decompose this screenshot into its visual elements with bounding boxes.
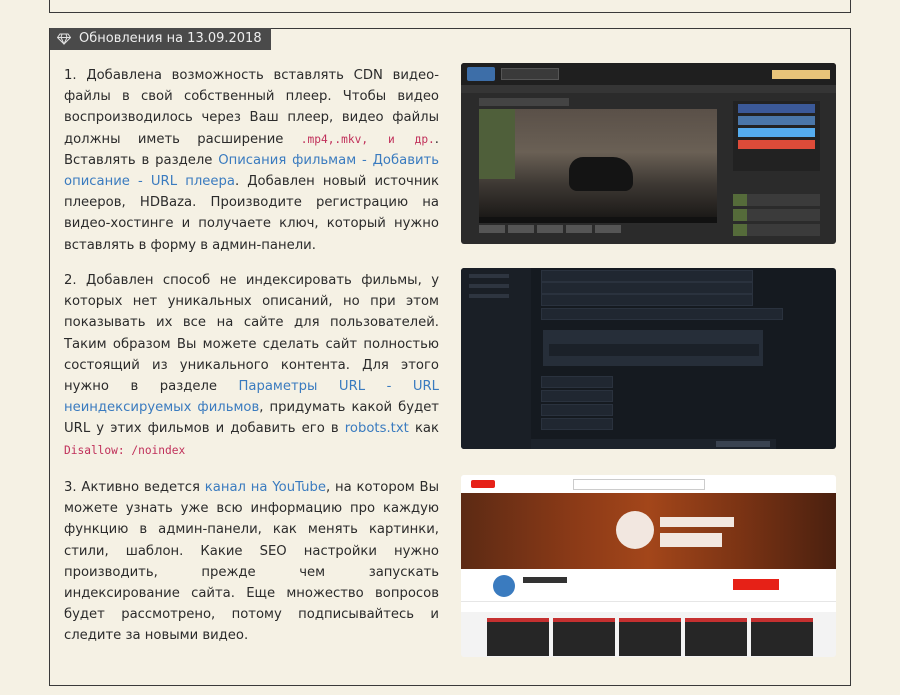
update-2-code: Disallow: /noindex [64, 443, 186, 457]
robots-txt-link[interactable]: robots.txt [345, 421, 409, 436]
update-2-text: 2. Добавлен способ не индексировать филь… [64, 273, 439, 395]
update-3-text-2: , на котором Вы можете узнать уже всю ин… [64, 480, 440, 644]
section-badge: Обновления на 13.09.2018 [50, 28, 271, 50]
diamond-icon [57, 33, 71, 45]
youtube-channel-link[interactable]: канал на YouTube [205, 480, 326, 495]
update-1-code: .mp4,.mkv, и др. [300, 132, 435, 146]
update-3-text: 3. Активно ведется [64, 480, 205, 495]
update-item-2: 2. Добавлен способ не индексировать филь… [64, 270, 439, 461]
section-title: Обновления на 13.09.2018 [79, 31, 262, 46]
updates-section: Обновления на 13.09.2018 1. Добавлена во… [49, 28, 851, 686]
player-screenshot [461, 63, 836, 244]
update-item-1: 1. Добавлена возможность вставлять CDN в… [64, 65, 439, 256]
previous-section-box [49, 0, 851, 13]
update-item-3: 3. Активно ведется канал на YouTube, на … [64, 477, 439, 647]
admin-screenshot [461, 268, 836, 449]
youtube-screenshot [461, 475, 836, 657]
update-2-text-3: как [408, 421, 439, 437]
